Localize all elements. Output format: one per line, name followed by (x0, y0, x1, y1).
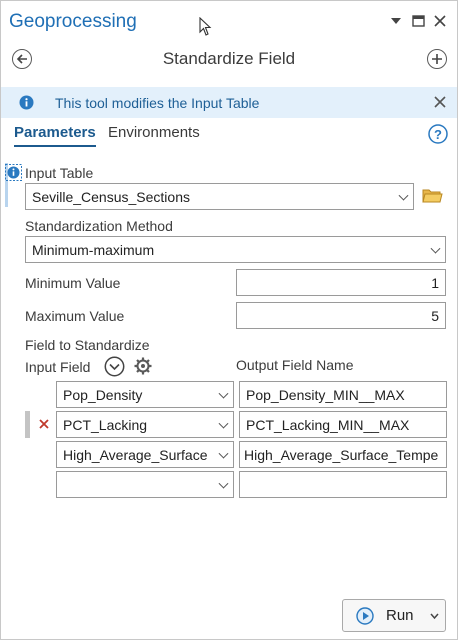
chevron-down-icon (218, 478, 229, 489)
tool-name: Standardize Field (162, 49, 296, 68)
method-label: Standardization Method (25, 218, 173, 234)
method-dropdown[interactable]: Minimum-maximum (25, 236, 446, 263)
output-field-header: Output Field Name (236, 357, 354, 373)
output-field-name-input[interactable]: Pop_Density_MIN__MAX (239, 381, 447, 408)
input-field-dropdown[interactable] (56, 471, 234, 498)
maximize-icon[interactable] (412, 15, 425, 27)
max-value-label: Maximum Value (25, 308, 125, 324)
input-field-value: Pop_Density (63, 386, 143, 403)
input-field-header: Input Field (25, 359, 91, 375)
input-field-dropdown[interactable]: High_Average_Surface (56, 441, 234, 468)
min-value-input[interactable]: 1 (236, 269, 446, 296)
input-field-dropdown[interactable]: Pop_Density (56, 381, 234, 408)
info-icon (19, 95, 34, 110)
gear-icon[interactable] (133, 356, 153, 376)
chevron-down-icon[interactable] (430, 613, 439, 620)
input-field-value: PCT_Lacking (63, 416, 148, 433)
close-pane-icon[interactable] (434, 15, 446, 27)
chevron-down-icon (218, 388, 229, 399)
folder-icon[interactable] (422, 187, 443, 204)
row-selector[interactable] (25, 411, 30, 438)
input-field-dropdown[interactable]: PCT_Lacking (56, 411, 234, 438)
help-icon[interactable]: ? (428, 124, 448, 144)
chevron-down-icon (218, 448, 229, 459)
delete-row-icon[interactable] (38, 418, 50, 430)
field-options-icon[interactable] (104, 356, 125, 377)
pane-title: Geoprocessing (9, 11, 137, 32)
run-icon (356, 606, 374, 625)
input-table-value: Seville_Census_Sections (32, 188, 190, 205)
parameter-info-icon[interactable] (5, 164, 22, 181)
info-message: This tool modifies the Input Table (55, 95, 260, 111)
chevron-down-icon[interactable] (390, 16, 402, 26)
plus-icon (432, 54, 442, 64)
mouse-cursor-icon (199, 17, 212, 36)
field-section-label: Field to Standardize (25, 337, 150, 353)
run-button-label: Run (386, 607, 414, 624)
input-table-label: Input Table (25, 165, 94, 181)
chevron-down-icon (398, 190, 409, 201)
method-value: Minimum-maximum (32, 241, 155, 258)
min-value-label: Minimum Value (25, 275, 121, 291)
chevron-down-icon (218, 418, 229, 429)
run-button[interactable]: Run (342, 599, 446, 632)
dismiss-info-icon[interactable] (434, 96, 446, 108)
input-table-dropdown[interactable]: Seville_Census_Sections (25, 183, 414, 210)
tab-environments[interactable]: Environments (108, 124, 200, 141)
output-field-name-input[interactable] (239, 471, 447, 498)
svg-text:?: ? (434, 127, 442, 142)
output-field-name-input[interactable]: PCT_Lacking_MIN__MAX (239, 411, 447, 438)
input-field-value: High_Average_Surface (63, 446, 208, 463)
output-field-name-input[interactable]: High_Average_Surface_Tempe (239, 441, 447, 468)
chevron-down-icon (430, 243, 441, 254)
add-button[interactable] (427, 49, 447, 69)
max-value-input[interactable]: 5 (236, 302, 446, 329)
tab-parameters[interactable]: Parameters (14, 124, 96, 147)
